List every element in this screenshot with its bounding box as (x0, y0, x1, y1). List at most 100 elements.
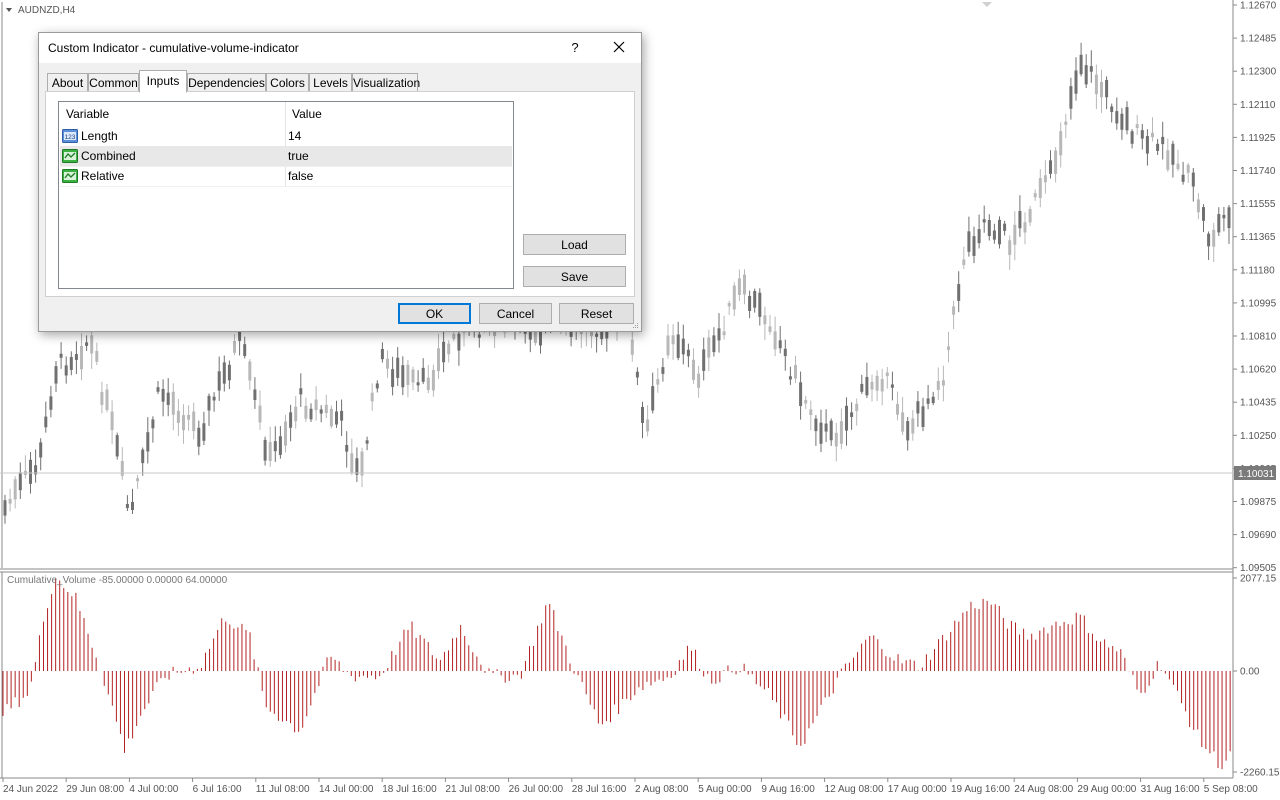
candle-body (85, 342, 89, 346)
candle-body (799, 382, 803, 406)
candle-body (1176, 163, 1180, 170)
inputs-panel: Variable Value 123 Length 14 Combined tr… (45, 91, 635, 297)
candle-body (207, 395, 211, 411)
input-value[interactable]: false (288, 166, 313, 186)
candle-body (340, 410, 344, 421)
candle-body (212, 396, 216, 401)
candle-body (477, 334, 481, 338)
candle-body (1110, 106, 1114, 112)
candle-body (268, 442, 272, 462)
svg-text:123: 123 (65, 134, 76, 141)
indicator-name-label: Cumulative_Volume -85.00000 0.00000 64.0… (7, 575, 228, 586)
candle-body (391, 369, 395, 387)
candle-body (962, 259, 966, 265)
boolean-chart-icon (62, 169, 78, 183)
tab-colors[interactable]: Colors (266, 73, 309, 93)
custom-indicator-dialog: Custom Indicator - cumulative-volume-ind… (38, 32, 642, 332)
input-row-relative[interactable]: Relative false (60, 166, 512, 187)
candle-body (671, 335, 675, 345)
column-header-value[interactable]: Value (292, 102, 322, 126)
tab-common[interactable]: Common (88, 73, 139, 93)
time-label: 29 Jun 08:00 (66, 784, 124, 795)
candle-body (452, 334, 456, 340)
time-label: 19 Aug 16:00 (951, 784, 1010, 795)
column-header-variable[interactable]: Variable (66, 102, 109, 126)
reset-button[interactable]: Reset (559, 303, 634, 324)
input-value[interactable]: true (288, 146, 309, 166)
candle-body (426, 377, 430, 391)
candle-body (947, 346, 950, 350)
time-label: 31 Aug 16:00 (1141, 784, 1200, 795)
candle-body (74, 354, 78, 360)
candle-body (314, 399, 318, 411)
input-value[interactable]: 14 (288, 126, 301, 146)
candle-body (396, 357, 400, 378)
candle-body (1145, 136, 1149, 154)
candle-body (59, 353, 63, 358)
candle-body (294, 406, 298, 422)
time-label: 11 Jul 08:00 (256, 784, 310, 795)
cancel-button[interactable]: Cancel (479, 303, 552, 324)
candle-body (768, 326, 772, 332)
candle-body (1018, 210, 1022, 229)
candle-body (3, 500, 7, 516)
candle-body (686, 349, 690, 357)
input-row-combined[interactable]: Combined true (60, 146, 512, 167)
tab-about[interactable]: About (47, 73, 88, 93)
candle-body (702, 349, 706, 371)
ok-button[interactable]: OK (398, 303, 471, 324)
candle-body (1196, 199, 1200, 213)
candle-body (360, 451, 364, 476)
price-level-label: 1.11555 (1240, 199, 1276, 210)
candle-body (595, 333, 599, 337)
time-label: 28 Jul 16:00 (572, 784, 627, 795)
candle-body (936, 380, 940, 390)
candle-body (870, 381, 874, 390)
candle-body (666, 335, 670, 356)
time-label: 26 Jul 00:00 (509, 784, 564, 795)
tab-levels[interactable]: Levels (309, 73, 352, 93)
candle-body (753, 291, 757, 308)
candle-body (350, 453, 354, 473)
candle-body (814, 418, 818, 432)
candle-body (1181, 174, 1185, 182)
candle-body (115, 435, 119, 457)
candle-body (54, 366, 58, 384)
tab-visualization[interactable]: Visualization (352, 73, 420, 93)
candle-body (896, 403, 899, 415)
help-button[interactable]: ? (561, 33, 589, 63)
price-level-label: 1.10620 (1240, 365, 1277, 376)
candle-body (110, 411, 114, 431)
save-button[interactable]: Save (523, 266, 626, 287)
price-level-label: 1.11180 (1240, 265, 1275, 276)
candle-body (1202, 207, 1205, 221)
close-icon[interactable] (605, 33, 635, 63)
candle-body (1191, 172, 1195, 187)
candle-body (661, 367, 665, 374)
candle-body (952, 306, 956, 315)
resize-grip-icon[interactable] (631, 321, 639, 329)
candle-body (850, 412, 854, 418)
candle-body (386, 358, 389, 369)
load-button[interactable]: Load (523, 234, 626, 255)
candle-body (1166, 150, 1170, 170)
candle-body (375, 383, 379, 389)
candle-body (90, 335, 94, 354)
candle-body (676, 334, 680, 358)
candle-body (406, 364, 410, 385)
candle-body (697, 373, 701, 388)
candle-body (809, 409, 813, 415)
candle-body (1013, 224, 1017, 245)
dialog-title-bar[interactable]: Custom Indicator - cumulative-volume-ind… (39, 33, 641, 63)
candle-body (100, 391, 104, 405)
tab-dependencies[interactable]: Dependencies (187, 73, 266, 93)
tab-inputs[interactable]: Inputs (139, 70, 187, 93)
candle-body (1130, 131, 1134, 144)
candle-body (911, 418, 915, 434)
candle-body (651, 386, 655, 411)
candle-body (222, 362, 226, 384)
current-price-label: 1.10031 (1238, 469, 1275, 480)
candle-body (263, 439, 267, 461)
input-row-length[interactable]: 123 Length 14 (60, 126, 512, 147)
candle-body (1079, 54, 1083, 75)
